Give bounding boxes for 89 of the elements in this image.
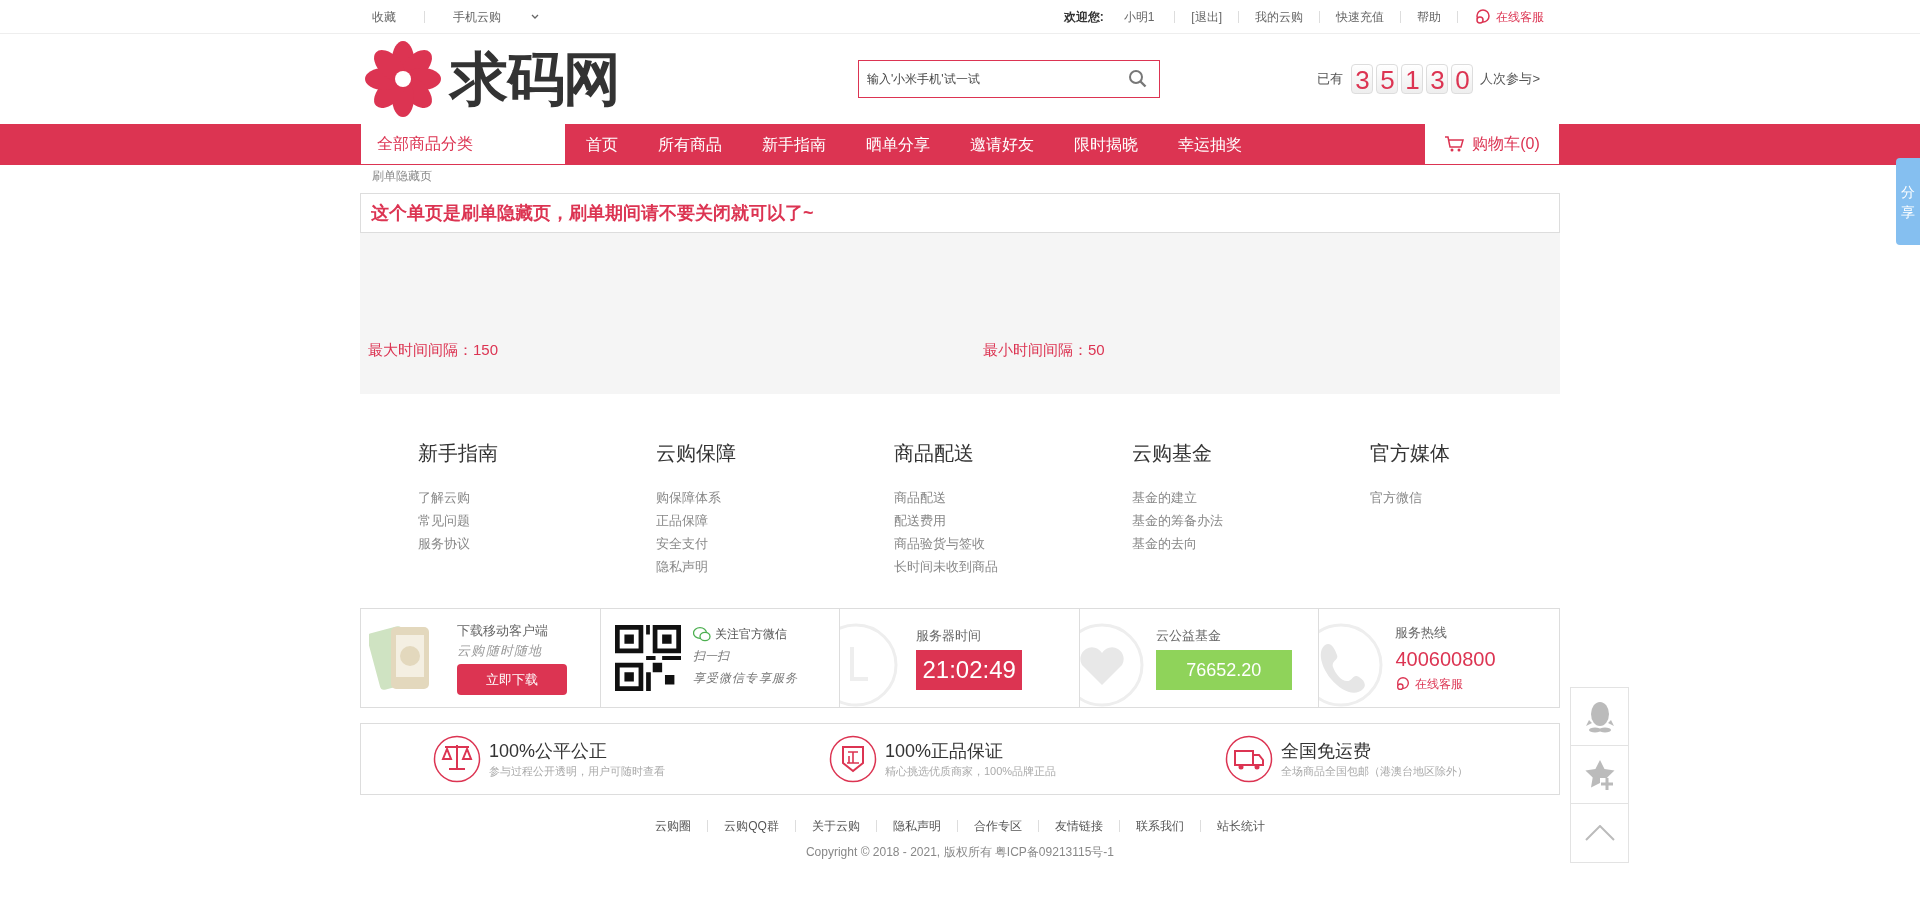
- footer-link[interactable]: 了解云购: [418, 486, 656, 509]
- bottom-link[interactable]: 云购QQ群: [724, 817, 779, 835]
- guarantee-text: 全场商品全国包邮（港澳台地区除外）: [1281, 763, 1468, 779]
- footer-link[interactable]: 常见问题: [418, 509, 656, 532]
- search-icon[interactable]: [1128, 69, 1148, 89]
- server-time: 21:02:49: [916, 649, 1023, 690]
- bottom-link[interactable]: 联系我们: [1135, 817, 1184, 835]
- footer-heading: 云购基金: [1132, 441, 1213, 466]
- info-subtitle: 享受微信专享服务: [692, 670, 799, 687]
- download-button[interactable]: 立即下载: [457, 664, 567, 695]
- username-link[interactable]: 小明1: [1119, 7, 1159, 26]
- top-link[interactable]: 手机云购: [441, 7, 551, 26]
- nav-tab[interactable]: 新手指南: [742, 124, 846, 165]
- top-link[interactable]: 帮助: [1417, 7, 1441, 26]
- hotline-number: 400600800: [1395, 646, 1496, 671]
- counter-digit: 3: [1351, 64, 1374, 94]
- top-link[interactable]: 我的云购: [1255, 7, 1303, 26]
- counter-digit: 0: [1451, 64, 1474, 94]
- nav-tab[interactable]: 首页: [566, 124, 638, 165]
- chevron-up-icon: [1584, 825, 1615, 841]
- nav-tab[interactable]: 幸运抽奖: [1158, 124, 1262, 165]
- footer-heading: 官方媒体: [1370, 441, 1451, 466]
- guarantee-text: 参与过程公开透明，用户可随时查看: [489, 763, 665, 779]
- search-field[interactable]: 输入'小米手机'试一试: [858, 60, 1160, 98]
- interval-text: 最大时间间隔：150: [368, 341, 499, 358]
- footer-link[interactable]: 安全支付: [656, 532, 894, 555]
- footer-link[interactable]: 基金的去向: [1132, 532, 1370, 555]
- footer-heading: 商品配送: [894, 441, 975, 466]
- truck-icon: [1225, 735, 1273, 783]
- interval-text: 最小时间间隔：50: [983, 341, 1105, 358]
- guarantee-text: 精心挑选优质商家，100%品牌正品: [885, 763, 1057, 779]
- footer-link[interactable]: 商品验货与签收: [894, 532, 1132, 555]
- wechat-icon: [692, 626, 711, 642]
- scale-icon: [433, 735, 481, 783]
- info-title: 服务器时间: [916, 627, 983, 646]
- cart-button[interactable]: 购物车(0): [1424, 124, 1560, 165]
- nav-tab[interactable]: 限时揭晓: [1054, 124, 1158, 165]
- info-subtitle: 扫一扫: [692, 648, 731, 665]
- top-link[interactable]: 快速充值: [1336, 7, 1384, 26]
- breadcrumb: 刷单隐藏页: [371, 168, 433, 185]
- clock-icon: [840, 623, 899, 707]
- footer-link[interactable]: 购保障体系: [656, 486, 894, 509]
- bottom-link[interactable]: 关于云购: [811, 817, 860, 835]
- guarantee-title: 100%公平公正: [489, 739, 609, 763]
- counter-digit: 1: [1401, 64, 1424, 94]
- category-menu[interactable]: 全部商品分类: [360, 124, 566, 165]
- greeting-text: 欢迎您:: [1063, 8, 1104, 26]
- footer-link[interactable]: 商品配送: [894, 486, 1132, 509]
- qr-code-icon: [614, 625, 681, 691]
- footer-link[interactable]: 基金的筹备办法: [1132, 509, 1370, 532]
- nav-tab[interactable]: 所有商品: [638, 124, 742, 165]
- info-title: 下载移动客户端: [457, 622, 549, 640]
- fund-amount: 76652.20: [1155, 649, 1292, 690]
- nav-tab[interactable]: 晒单分享: [846, 124, 950, 165]
- footer-heading: 云购保障: [656, 441, 737, 466]
- shield-icon: [829, 735, 877, 783]
- info-subtitle: 云购随时随地: [457, 641, 544, 660]
- nav-tab[interactable]: 邀请好友: [950, 124, 1054, 165]
- counter-prefix: 已有: [1317, 70, 1344, 89]
- bottom-link[interactable]: 合作专区: [973, 817, 1022, 835]
- footer-link[interactable]: 服务协议: [418, 532, 656, 555]
- notice-banner: 这个单页是刷单隐藏页，刷单期间请不要关闭就可以了~: [360, 193, 1560, 233]
- footer-heading: 新手指南: [418, 441, 499, 466]
- info-title: 关注官方微信: [714, 626, 787, 643]
- bottom-link[interactable]: 隐私声明: [892, 817, 941, 835]
- copyright-text: Copyright © 2018 - 2021, 版权所有 粤ICP备09213115号-1: [805, 845, 1115, 859]
- bottom-link[interactable]: 站长统计: [1216, 817, 1265, 835]
- cart-icon: [1444, 135, 1465, 153]
- info-title: 云公益基金: [1155, 627, 1222, 646]
- online-service-link[interactable]: 在线客服: [1395, 674, 1496, 693]
- penguin-icon: [1583, 699, 1616, 734]
- bottom-link[interactable]: 友情链接: [1054, 817, 1103, 835]
- footer-link[interactable]: 长时间未收到商品: [894, 555, 1132, 578]
- footer-link[interactable]: 隐私声明: [656, 555, 894, 578]
- info-title: 服务热线: [1395, 624, 1449, 643]
- footer-link[interactable]: 正品保障: [656, 509, 894, 532]
- participation-link[interactable]: 人次参与>: [1480, 69, 1540, 89]
- footer-link[interactable]: 官方微信: [1370, 486, 1608, 509]
- footer-link[interactable]: 配送费用: [894, 509, 1132, 532]
- counter-digit: 5: [1376, 64, 1399, 94]
- logo-text: 求码网: [450, 50, 620, 108]
- top-link[interactable]: 收藏: [360, 7, 408, 26]
- guarantee-title: 全国免运费: [1281, 739, 1372, 763]
- bottom-link[interactable]: 云购圈: [655, 817, 692, 835]
- guarantee-title: 100%正品保证: [885, 739, 1005, 763]
- footer-link[interactable]: 基金的建立: [1132, 486, 1370, 509]
- online-service-link[interactable]: 在线客服: [1474, 7, 1544, 26]
- top-link[interactable]: [退出]: [1191, 7, 1222, 26]
- counter-digit: 3: [1426, 64, 1449, 94]
